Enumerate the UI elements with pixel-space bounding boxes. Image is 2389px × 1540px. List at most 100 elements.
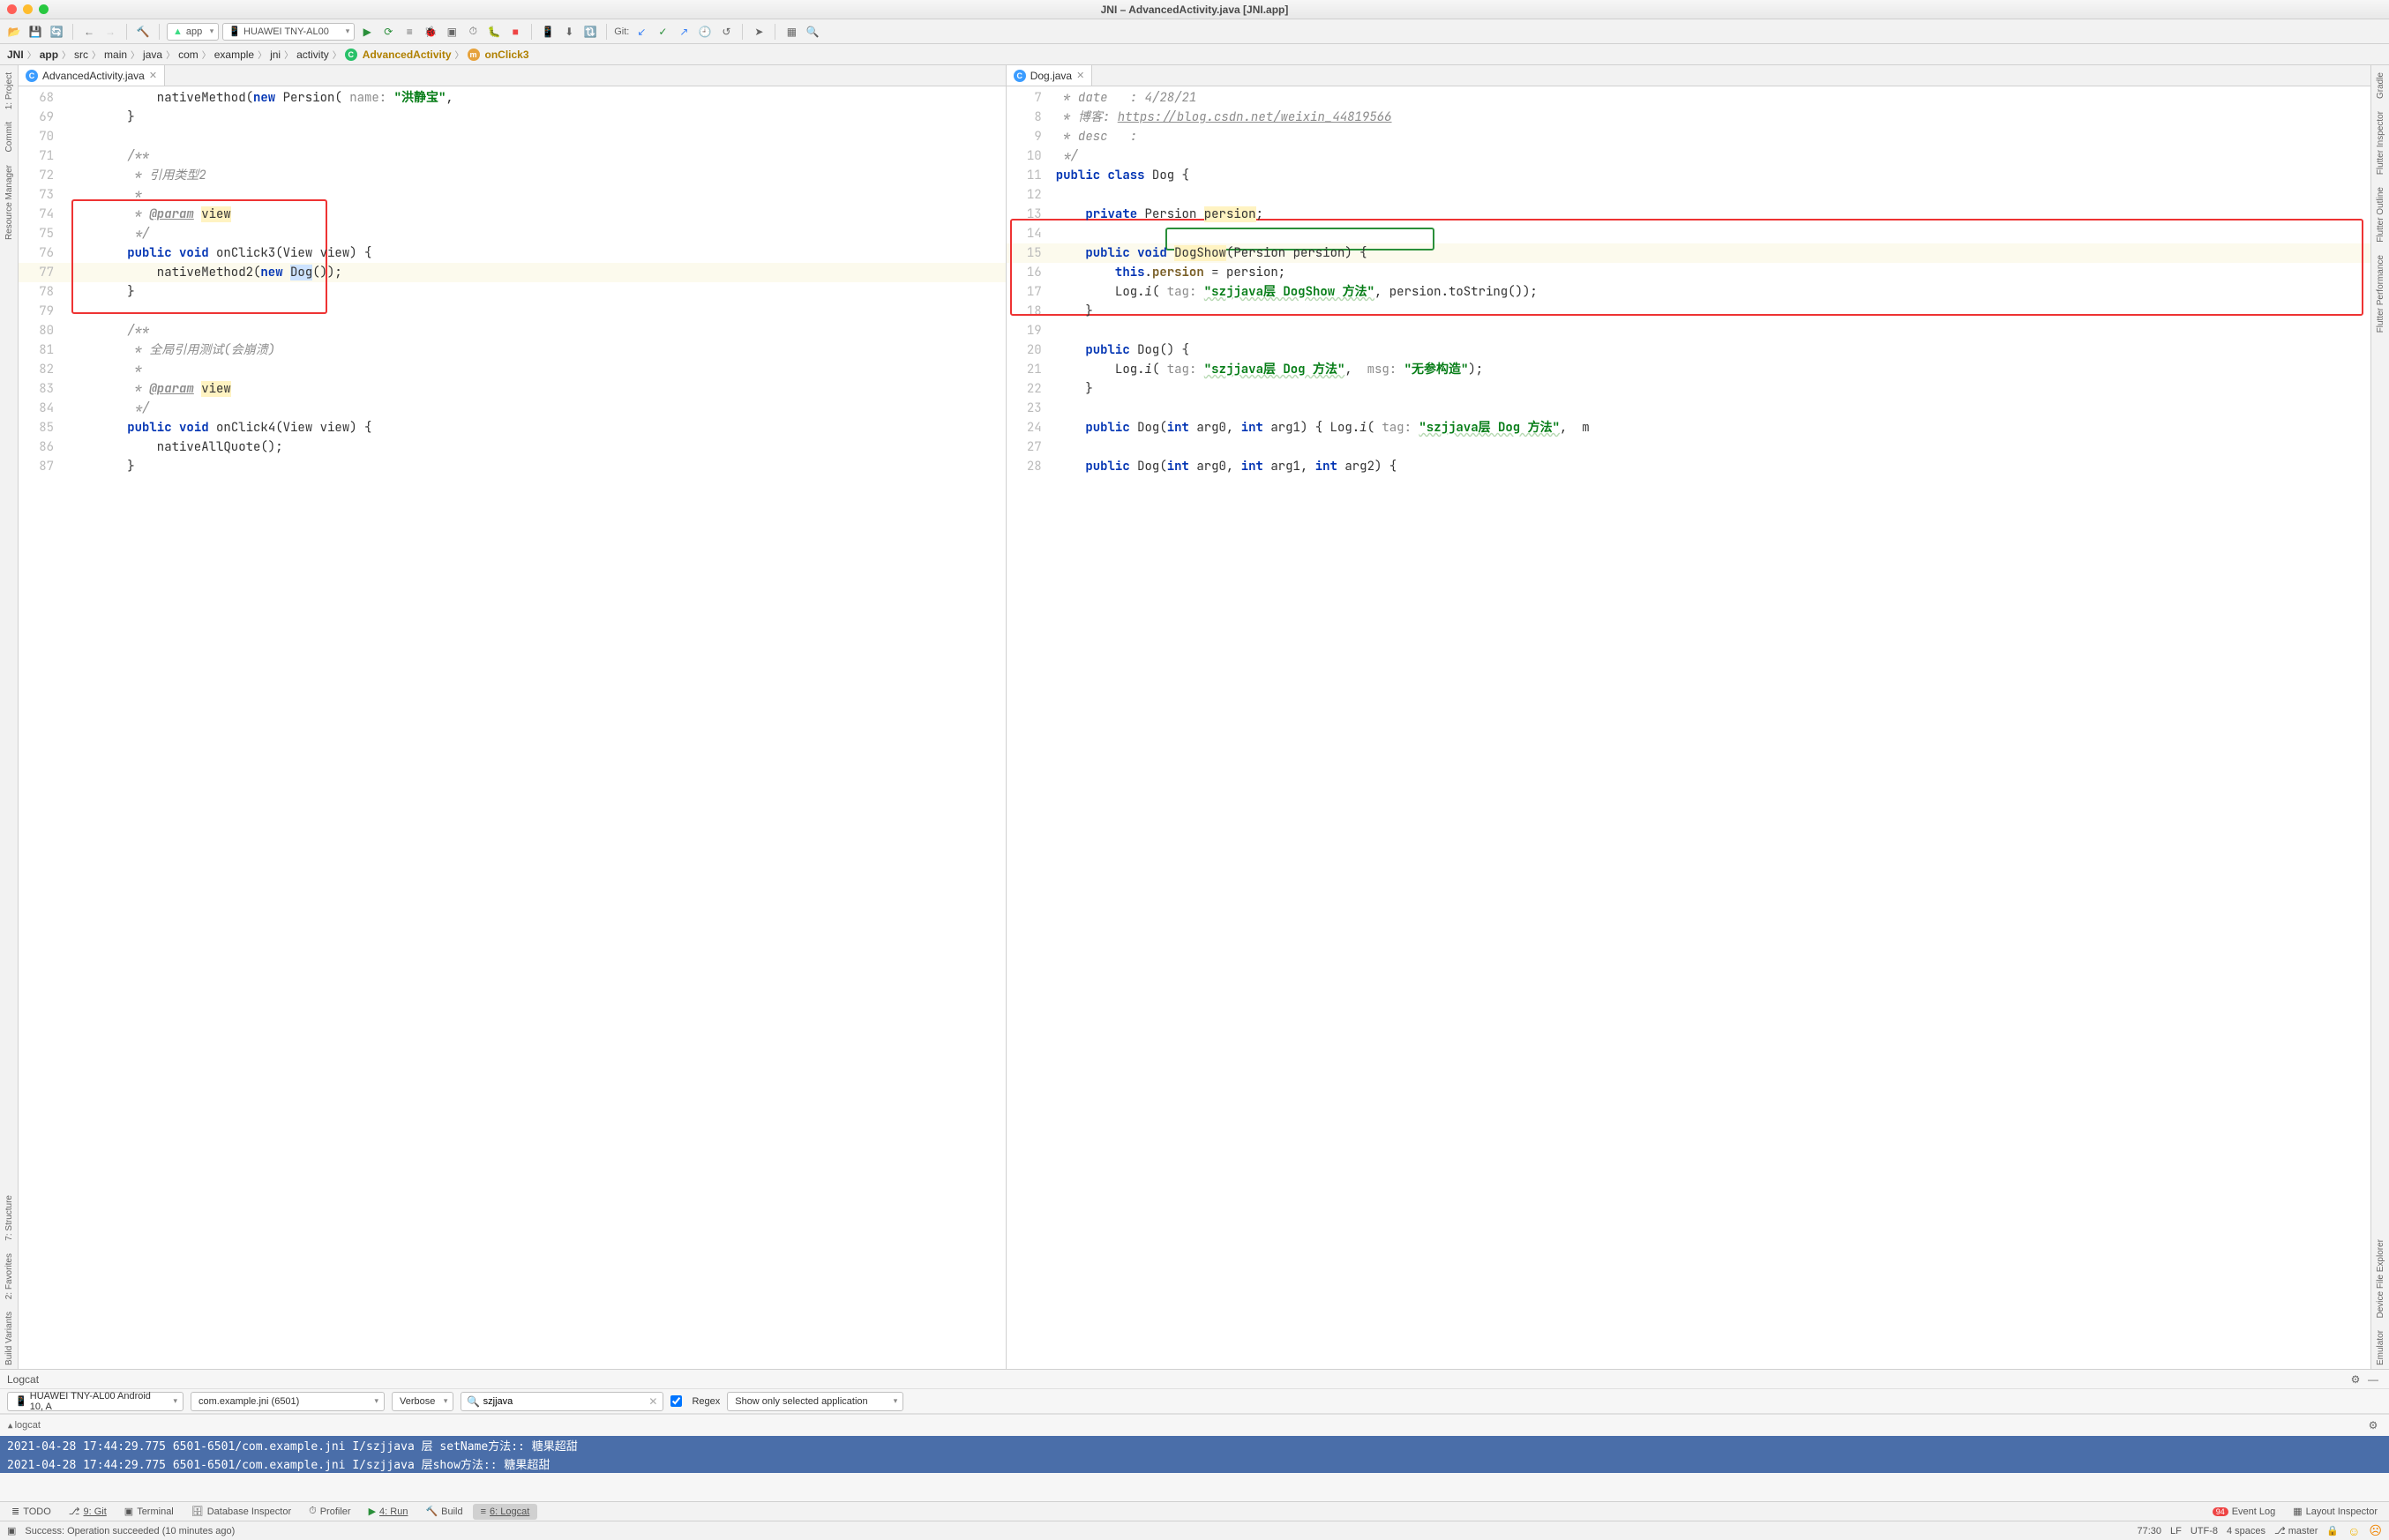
- log-line: 2021-04-28 17:44:29.775 6501-6501/com.ex…: [0, 1454, 2389, 1473]
- bt-todo[interactable]: ≣ TODO: [4, 1503, 59, 1520]
- open-icon[interactable]: 📂: [5, 23, 23, 41]
- gear-icon[interactable]: ⚙: [2347, 1371, 2364, 1388]
- sync-icon[interactable]: 🔄: [48, 23, 65, 41]
- rail-structure[interactable]: 7: Structure: [4, 1192, 14, 1245]
- minimize-window-icon[interactable]: [23, 4, 33, 14]
- save-icon[interactable]: 💾: [26, 23, 44, 41]
- close-window-icon[interactable]: [7, 4, 17, 14]
- indent[interactable]: 4 spaces: [2227, 1526, 2265, 1536]
- sync-gradle-icon[interactable]: 🔃: [581, 23, 599, 41]
- crumb[interactable]: activity: [296, 49, 329, 61]
- git-push-icon[interactable]: ↗: [675, 23, 693, 41]
- attach-debugger-icon[interactable]: 🐛: [485, 23, 503, 41]
- bt-git[interactable]: ⎇ 9: Git: [61, 1503, 115, 1520]
- bt-terminal[interactable]: ▣ Terminal: [116, 1503, 182, 1520]
- face-sad-icon[interactable]: ☹: [2369, 1523, 2382, 1538]
- maximize-window-icon[interactable]: [39, 4, 49, 14]
- rail-favorites[interactable]: 2: Favorites: [4, 1250, 14, 1303]
- phone-icon: 📱: [15, 1395, 27, 1407]
- tab-dog[interactable]: C Dog.java ✕: [1007, 65, 1093, 86]
- rail-build-variants[interactable]: Build Variants: [4, 1308, 14, 1369]
- java-class-icon: C: [26, 70, 38, 82]
- editor-splitter: C AdvancedActivity.java ✕ 68 nativeMetho…: [19, 65, 2370, 1369]
- close-tab-icon[interactable]: ✕: [1076, 70, 1084, 81]
- rail-commit[interactable]: Commit: [4, 118, 14, 155]
- rail-flutter-outline[interactable]: Flutter Outline: [2376, 183, 2385, 246]
- crumb-method[interactable]: onClick3: [485, 49, 529, 61]
- bt-db[interactable]: 🗄 Database Inspector: [183, 1503, 299, 1520]
- lock-icon[interactable]: 🔒: [2326, 1525, 2339, 1536]
- bt-layout-inspector[interactable]: ▦ Layout Inspector: [2285, 1503, 2385, 1520]
- window-icon[interactable]: ▣: [7, 1525, 16, 1536]
- forward-icon[interactable]: →: [101, 23, 119, 41]
- line-sep[interactable]: LF: [2170, 1526, 2182, 1536]
- logcat-panel: Logcat ⚙ — 📱 HUAWEI TNY-AL00 Android 10,…: [0, 1369, 2389, 1501]
- editor-tabs-right: C Dog.java ✕: [1007, 65, 2370, 86]
- log-line: 2021-04-28 17:44:29.775 6501-6501/com.ex…: [0, 1436, 2389, 1454]
- sdk-icon[interactable]: ⬇: [560, 23, 578, 41]
- stop-icon[interactable]: ■: [506, 23, 524, 41]
- rail-resource-manager[interactable]: Resource Manager: [4, 161, 14, 243]
- bt-logcat[interactable]: ≡ 6: Logcat: [473, 1504, 538, 1520]
- device-combo[interactable]: 📱 HUAWEI TNY-AL00 Android 10, A: [7, 1392, 183, 1411]
- bt-build[interactable]: 🔨 Build: [417, 1503, 470, 1520]
- bt-event-log[interactable]: 94 Event Log: [2205, 1504, 2284, 1520]
- rail-device-explorer[interactable]: Device File Explorer: [2376, 1236, 2385, 1321]
- rail-flutter-inspector[interactable]: Flutter Inspector: [2376, 108, 2385, 178]
- bt-run[interactable]: ▶ 4: Run: [361, 1503, 416, 1520]
- crumb[interactable]: jni: [270, 49, 281, 61]
- crumb[interactable]: app: [40, 49, 58, 61]
- device-combo[interactable]: 📱 HUAWEI TNY-AL00: [222, 23, 355, 41]
- git-history-icon[interactable]: 🕘: [696, 23, 714, 41]
- editor-pane-right: C Dog.java ✕ 7 * date : 4/28/21 8 * 博客: …: [1007, 65, 2370, 1369]
- crumb-class[interactable]: AdvancedActivity: [363, 49, 452, 61]
- crumb[interactable]: JNI: [7, 49, 24, 61]
- rail-project[interactable]: 1: Project: [4, 69, 14, 113]
- build-icon[interactable]: 🔨: [134, 23, 152, 41]
- rail-gradle[interactable]: Gradle: [2376, 69, 2385, 102]
- crumb[interactable]: example: [214, 49, 254, 61]
- apply-changes-icon[interactable]: ⟳: [379, 23, 397, 41]
- filter-input[interactable]: 🔍 ✕: [461, 1392, 663, 1411]
- level-combo[interactable]: Verbose: [392, 1392, 453, 1411]
- run-icon[interactable]: ▶: [358, 23, 376, 41]
- search-icon[interactable]: 🔍: [804, 23, 821, 41]
- rail-emulator[interactable]: Emulator: [2376, 1327, 2385, 1369]
- regex-checkbox[interactable]: Regex: [670, 1395, 720, 1407]
- code-editor-right[interactable]: 7 * date : 4/28/21 8 * 博客: https://blog.…: [1007, 86, 2370, 1369]
- pointer-icon[interactable]: ➤: [750, 23, 768, 41]
- git-branch[interactable]: ⎇ master: [2274, 1525, 2318, 1536]
- clear-icon[interactable]: ✕: [648, 1395, 657, 1408]
- tab-advanced-activity[interactable]: C AdvancedActivity.java ✕: [19, 65, 165, 86]
- profile-icon[interactable]: ⏱: [464, 23, 482, 41]
- git-rollback-icon[interactable]: ↺: [717, 23, 735, 41]
- cursor-pos: 77:30: [2137, 1526, 2161, 1536]
- git-commit-icon[interactable]: ✓: [654, 23, 671, 41]
- crumb[interactable]: src: [74, 49, 88, 61]
- coverage-icon[interactable]: ▣: [443, 23, 461, 41]
- debug-icon[interactable]: 🐞: [422, 23, 439, 41]
- encoding[interactable]: UTF-8: [2191, 1526, 2218, 1536]
- apply-code-icon[interactable]: ≡: [401, 23, 418, 41]
- crumb[interactable]: java: [143, 49, 162, 61]
- bt-profiler[interactable]: ⏱ Profiler: [301, 1503, 358, 1520]
- crumb[interactable]: main: [104, 49, 127, 61]
- avd-icon[interactable]: 📱: [539, 23, 557, 41]
- crumb[interactable]: com: [178, 49, 198, 61]
- close-tab-icon[interactable]: ✕: [149, 70, 157, 81]
- filter-combo[interactable]: Show only selected application: [727, 1392, 903, 1411]
- log-output[interactable]: 2021-04-28 17:44:29.775 6501-6501/com.ex…: [0, 1436, 2389, 1501]
- window-controls[interactable]: [7, 4, 49, 14]
- git-update-icon[interactable]: ↙: [633, 23, 650, 41]
- back-icon[interactable]: ←: [80, 23, 98, 41]
- face-happy-icon[interactable]: ☺: [2348, 1524, 2360, 1538]
- hide-icon[interactable]: —: [2364, 1371, 2382, 1388]
- code-editor-left[interactable]: 68 nativeMethod(new Persion( name: "洪静宝"…: [19, 86, 1006, 1369]
- rail-flutter-perf[interactable]: Flutter Performance: [2376, 251, 2385, 336]
- status-message: Success: Operation succeeded (10 minutes…: [25, 1526, 235, 1536]
- structure-icon[interactable]: ▦: [783, 23, 800, 41]
- process-combo[interactable]: com.example.jni (6501): [191, 1392, 385, 1411]
- settings-icon[interactable]: ⚙: [2364, 1417, 2382, 1434]
- phone-icon: 📱: [228, 26, 241, 37]
- run-config-combo[interactable]: ▲app: [167, 23, 219, 41]
